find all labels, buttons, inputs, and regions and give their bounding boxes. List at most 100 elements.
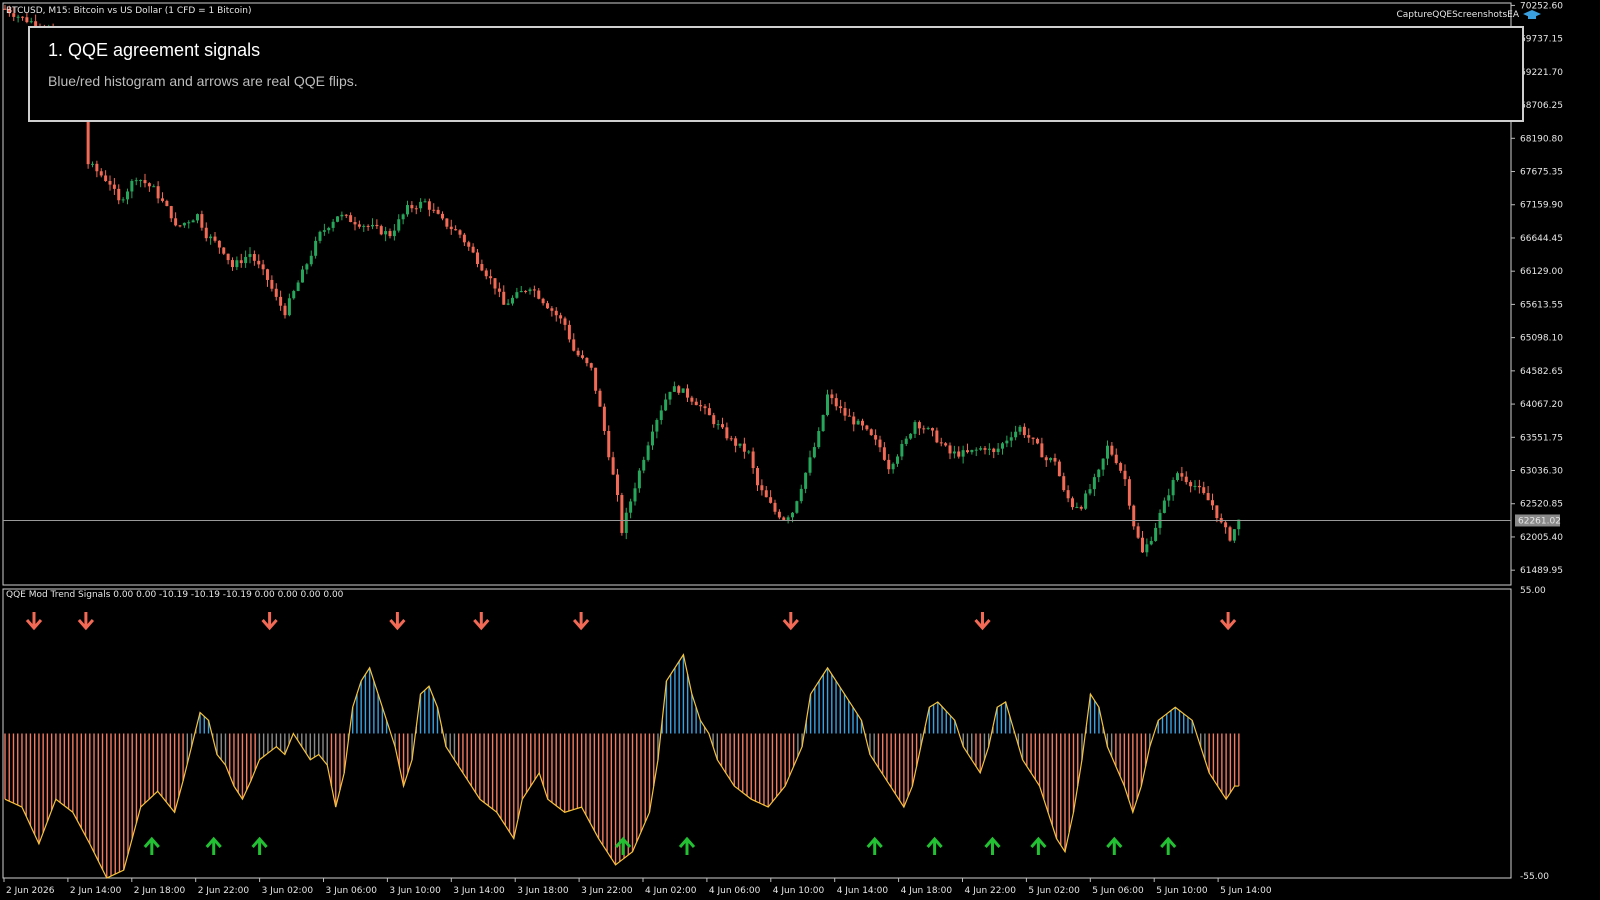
price-axis-label: 70252.60: [1520, 1, 1563, 11]
symbol-title: BTCUSD, M15: Bitcoin vs US Dollar (1 CFD…: [6, 6, 251, 16]
candle-body: [817, 431, 821, 448]
time-axis-label: 3 Jun 02:00: [262, 886, 314, 896]
candle-body: [283, 305, 287, 316]
candle-body: [637, 470, 641, 489]
candle-body: [935, 430, 939, 443]
candle-body: [1176, 473, 1179, 481]
current-price-label: 62261.02: [1518, 516, 1561, 526]
candle-body: [252, 254, 256, 261]
candle-body: [559, 315, 563, 319]
candle-body: [966, 450, 969, 453]
indicator-axis-top: 55.00: [1520, 586, 1546, 596]
candle-body: [869, 429, 873, 436]
candle-body: [931, 428, 934, 431]
candle-body: [165, 200, 169, 207]
time-axis-label: 5 Jun 10:00: [1156, 886, 1208, 896]
chart-canvas[interactable]: 70252.60 69737.15 69221.70 68706.25 68190.80…: [0, 0, 1600, 900]
candle-body: [782, 517, 786, 520]
candle-body: [130, 180, 134, 192]
candle-body: [607, 430, 611, 458]
down-arrow-icon: [974, 612, 991, 631]
candle-body: [655, 420, 659, 432]
candle-body: [602, 406, 606, 431]
up-arrow-icon: [678, 836, 696, 855]
candle-body: [996, 448, 1000, 453]
time-axis-label: 4 Jun 06:00: [709, 886, 761, 896]
price-axis-label: 61489.95: [1520, 566, 1563, 576]
info-box: 1. QQE agreement signals Blue/red histog…: [28, 26, 1524, 122]
candle-body: [471, 246, 475, 253]
candle-body: [239, 260, 243, 264]
candle-body: [292, 291, 296, 299]
candle-body: [979, 448, 983, 450]
candle-body: [169, 206, 173, 219]
candle-body: [729, 438, 733, 440]
candle-body: [152, 186, 156, 188]
candle-body: [217, 240, 221, 248]
candle-body: [1202, 487, 1206, 494]
candle-body: [16, 16, 20, 18]
candle-body: [21, 16, 24, 18]
candle-body: [677, 386, 681, 393]
candle-body: [668, 391, 672, 400]
candle-body: [1206, 493, 1210, 501]
candle-body: [414, 208, 418, 210]
candle-body: [554, 310, 558, 316]
candle-body: [1149, 540, 1153, 545]
candle-body: [1123, 470, 1127, 480]
candle-body: [493, 278, 497, 289]
info-box-subtitle: Blue/red histogram and arrows are real Q…: [48, 73, 358, 89]
candle-body: [576, 350, 580, 356]
candle-body: [143, 180, 147, 184]
candle-body: [861, 420, 864, 426]
candle-body: [707, 408, 711, 416]
candle-body: [826, 394, 829, 415]
candle-body: [1097, 469, 1101, 478]
candle-body: [537, 290, 541, 299]
candle-body: [362, 225, 366, 227]
candle-body: [397, 219, 401, 231]
candle-body: [423, 201, 427, 203]
candle-body: [112, 184, 116, 189]
candle-body: [703, 406, 707, 409]
time-axis-label: 3 Jun 18:00: [517, 886, 569, 896]
candle-body: [126, 191, 129, 200]
price-axis-label: 64067.20: [1520, 400, 1563, 410]
candle-body: [738, 443, 742, 446]
candle-body: [406, 205, 409, 215]
time-axis-label: 2 Jun 18:00: [134, 886, 186, 896]
candle-body: [1066, 490, 1070, 499]
candle-body: [891, 463, 895, 470]
candle-body: [1224, 522, 1228, 528]
candle-body: [1215, 505, 1219, 519]
price-axis-label: 68190.80: [1520, 134, 1563, 144]
candle-body: [690, 397, 694, 402]
price-axis-label: 63036.30: [1520, 467, 1563, 477]
time-axis-label: 4 Jun 18:00: [901, 886, 953, 896]
candle-body: [834, 398, 838, 407]
candle-body: [1193, 485, 1197, 487]
candle-body: [812, 447, 816, 458]
candle-body: [1101, 458, 1105, 470]
candle-body: [196, 214, 199, 221]
candle-body: [1237, 519, 1241, 530]
candle-body: [1162, 500, 1166, 513]
time-axis-label: 2 Jun 2026: [6, 886, 55, 896]
candle-body: [104, 175, 108, 181]
candle-body: [1009, 437, 1013, 441]
candle-body: [476, 252, 479, 265]
candle-body: [672, 386, 676, 392]
candle-body: [95, 163, 99, 172]
candle-body: [147, 183, 151, 187]
candle-body: [1075, 506, 1079, 508]
candle-body: [231, 260, 234, 268]
candle-body: [139, 180, 143, 182]
candle-body: [1092, 477, 1096, 490]
candle-body: [1132, 505, 1136, 527]
price-axis-label: 69221.70: [1520, 68, 1563, 78]
candle-body: [1114, 454, 1118, 464]
candle-body: [25, 17, 29, 23]
candle-body: [878, 439, 882, 448]
candle-body: [804, 472, 808, 489]
candle-body: [1022, 426, 1026, 436]
